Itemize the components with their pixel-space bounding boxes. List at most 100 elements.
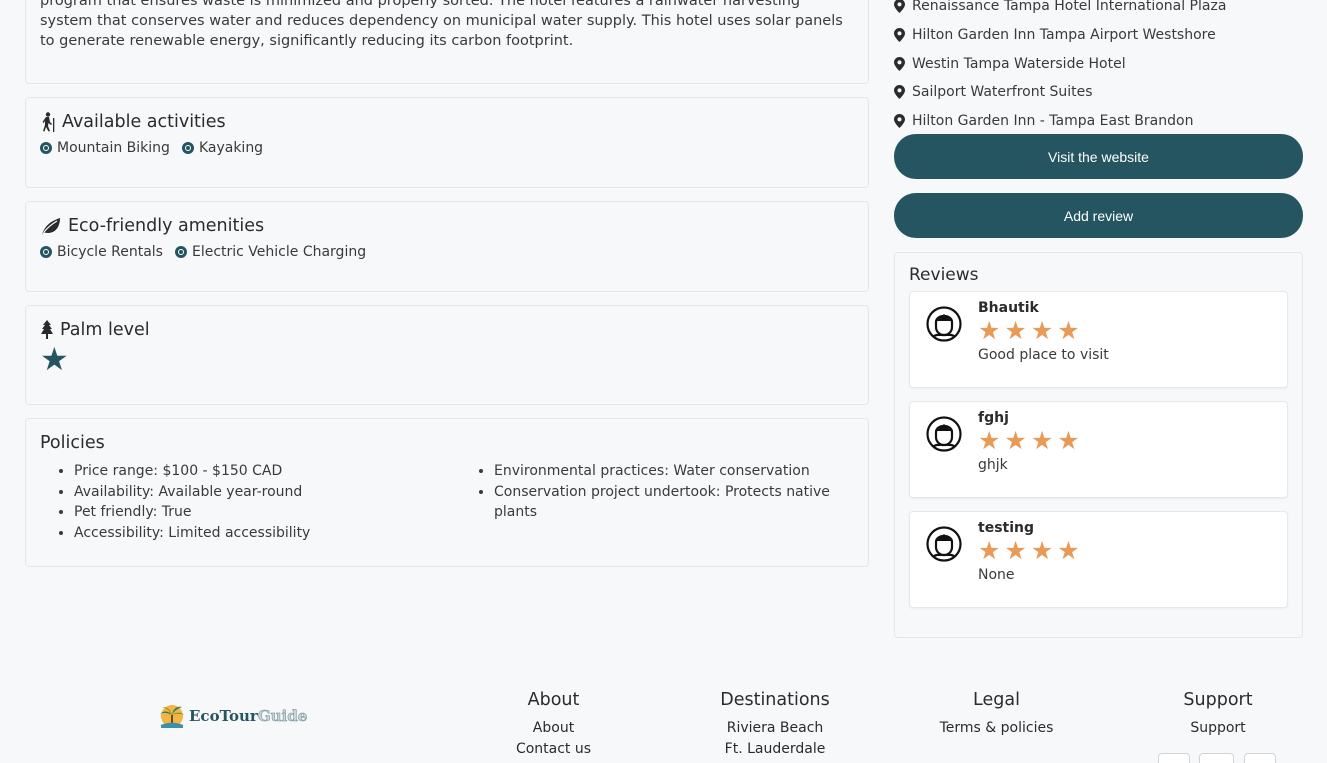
palm-title: Palm level <box>60 320 150 340</box>
tree-icon <box>41 320 53 339</box>
amenities-list: Bicycle Rentals Electric Vehicle Chargin… <box>40 244 854 260</box>
star-icon: ★ <box>978 536 1001 565</box>
amenities-heading: Eco-friendly amenities <box>40 216 854 236</box>
leaf-icon <box>42 218 60 235</box>
nearby-hotel-name: Sailport Waterfront Suites <box>912 84 1093 101</box>
star-icon: ★ <box>1004 536 1027 565</box>
bullet-icon <box>40 246 52 258</box>
social-button[interactable] <box>1158 753 1190 763</box>
review-item: testing ★ ★ ★ ★ None <box>909 511 1288 608</box>
activities-list: Mountain Biking Kayaking <box>40 140 854 156</box>
rating-stars: ★ ★ ★ ★ <box>978 316 1109 345</box>
logo-palm-icon <box>160 705 184 728</box>
policies-list-left: Price range: $100 - $150 CAD Availabilit… <box>40 461 460 543</box>
policy-item: Environmental practices: Water conservat… <box>494 461 850 482</box>
reviewer-name: testing <box>978 520 1034 536</box>
star-icon: ★ <box>978 426 1001 455</box>
footer-support-title: Support <box>1183 690 1253 710</box>
reviews-title: Reviews <box>909 265 979 285</box>
nearby-hotel-item[interactable]: Renaissance Tampa Hotel International Pl… <box>894 0 1304 21</box>
amenity-label: Bicycle Rentals <box>57 244 163 260</box>
map-pin-icon <box>894 56 905 71</box>
star-icon: ★ <box>1004 316 1027 345</box>
activities-heading: Available activities <box>40 112 854 132</box>
hiking-icon <box>42 112 55 132</box>
map-pin-icon <box>894 85 905 100</box>
nearby-hotel-item[interactable]: Sailport Waterfront Suites <box>894 78 1304 107</box>
footer-link-contact[interactable]: Contact us <box>503 739 604 760</box>
activity-chip: Mountain Biking <box>40 140 170 156</box>
footer-legal-title: Legal <box>973 690 1020 710</box>
footer-legal-column: Legal Terms & policies <box>931 690 1062 739</box>
activity-label: Kayaking <box>198 140 264 156</box>
map-pin-icon <box>894 114 905 129</box>
bullet-icon <box>181 142 194 154</box>
bullet-icon <box>40 142 52 154</box>
palm-level-card: Palm level ★ <box>25 305 869 405</box>
policies-list-right: Environmental practices: Water conservat… <box>460 461 850 543</box>
logo-text: EcoTourGuide <box>189 707 308 726</box>
nearby-hotels-list: Renaissance Tampa Hotel International Pl… <box>894 0 1304 135</box>
footer-about-title: About <box>527 690 580 710</box>
review-item: Bhautik ★ ★ ★ ★ Good place to visit <box>909 291 1288 388</box>
star-icon: ★ <box>1057 316 1080 345</box>
logo-text-accent: Guide <box>257 707 308 726</box>
footer-link-ft-lauderdale[interactable]: Ft. Lauderdale <box>705 739 845 760</box>
map-pin-icon <box>894 0 905 14</box>
review-body: testing ★ ★ ★ ★ None <box>978 520 1080 593</box>
amenity-chip: Bicycle Rentals <box>40 244 163 260</box>
review-body: Bhautik ★ ★ ★ ★ Good place to visit <box>978 300 1109 373</box>
nearby-hotel-item[interactable]: Hilton Garden Inn Tampa Airport Westshor… <box>894 21 1304 50</box>
rating-stars: ★ ★ ★ ★ <box>978 426 1080 455</box>
star-icon: ★ <box>1057 536 1080 565</box>
nearby-hotel-name: Renaissance Tampa Hotel International Pl… <box>912 0 1227 15</box>
rating-stars: ★ ★ ★ ★ <box>978 536 1080 565</box>
activities-card: Available activities Mountain Biking Kay… <box>25 97 869 188</box>
description-text: program that ensures waste is minimized … <box>40 0 843 49</box>
logo-text-main: EcoTour <box>189 707 258 725</box>
footer-link-terms[interactable]: Terms & policies <box>931 718 1062 739</box>
amenity-chip: Electric Vehicle Charging <box>174 244 367 260</box>
bullet-icon <box>174 246 187 258</box>
visit-website-button[interactable]: Visit the website <box>894 134 1303 179</box>
activity-label: Mountain Biking <box>57 140 170 156</box>
activity-chip: Kayaking <box>181 140 264 156</box>
map-pin-icon <box>894 28 905 43</box>
nearby-hotel-name: Hilton Garden Inn Tampa Airport Westshor… <box>912 27 1216 44</box>
star-icon: ★ <box>1057 426 1080 455</box>
star-icon: ★ <box>1030 426 1054 455</box>
policies-title: Policies <box>40 433 105 453</box>
activities-title: Available activities <box>62 112 226 132</box>
policy-item: Availability: Available year-round <box>74 482 460 503</box>
policies-columns: Price range: $100 - $150 CAD Availabilit… <box>40 461 854 543</box>
nearby-hotel-name: Hilton Garden Inn - Tampa East Brandon <box>912 113 1194 130</box>
nearby-hotel-item[interactable]: Westin Tampa Waterside Hotel <box>894 49 1304 78</box>
description-card: program that ensures waste is minimized … <box>25 0 869 84</box>
user-avatar-icon <box>926 526 962 562</box>
policy-item: Price range: $100 - $150 CAD <box>74 461 460 482</box>
footer-link-support[interactable]: Support <box>1168 718 1268 739</box>
footer-destinations-column: Destinations Riviera Beach Ft. Lauderdal… <box>705 690 845 759</box>
amenities-title: Eco-friendly amenities <box>68 216 265 236</box>
social-button[interactable] <box>1244 753 1276 763</box>
policy-item: Accessibility: Limited accessibility <box>74 523 460 544</box>
footer-link-about[interactable]: About <box>503 718 604 739</box>
footer-about-column: About About Contact us <box>503 690 604 759</box>
footer-destinations-title: Destinations <box>720 690 830 710</box>
add-review-button[interactable]: Add review <box>894 193 1303 238</box>
social-button[interactable] <box>1199 753 1234 763</box>
amenities-card: Eco-friendly amenities Bicycle Rentals E… <box>25 201 869 292</box>
nearby-hotel-item[interactable]: Hilton Garden Inn - Tampa East Brandon <box>894 107 1304 136</box>
palm-heading: Palm level <box>40 320 854 340</box>
policy-item: Conservation project undertook: Protects… <box>494 482 850 523</box>
star-icon: ★ <box>1030 316 1054 345</box>
policy-item: Pet friendly: True <box>74 502 460 523</box>
policies-card: Policies Price range: $100 - $150 CAD Av… <box>25 418 869 567</box>
footer-logo[interactable]: EcoTourGuide <box>158 702 308 730</box>
footer-support-column: Support Support <box>1168 690 1268 739</box>
reviewer-name: fghj <box>978 410 1009 426</box>
palm-star-icon: ★ <box>40 340 69 378</box>
amenity-label: Electric Vehicle Charging <box>191 244 367 260</box>
footer-link-riviera-beach[interactable]: Riviera Beach <box>705 718 845 739</box>
review-item: fghj ★ ★ ★ ★ ghjk <box>909 401 1288 498</box>
